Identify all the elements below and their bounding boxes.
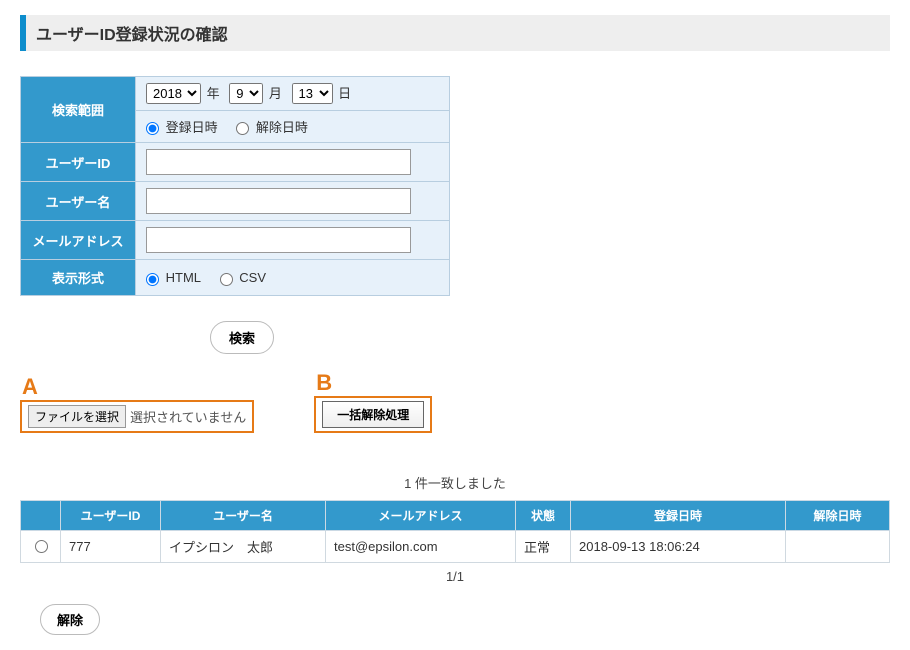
- radio-csv-label[interactable]: CSV: [220, 270, 266, 285]
- col-released-at: 解除日時: [786, 501, 890, 531]
- month-unit: 月: [269, 86, 282, 101]
- radio-released-label[interactable]: 解除日時: [236, 117, 308, 136]
- year-select[interactable]: 2018: [146, 83, 201, 104]
- upload-action-row: A ファイルを選択 選択されていません B 一括解除処理: [20, 372, 890, 433]
- user-name-input[interactable]: [146, 188, 411, 214]
- cell-status: 正常: [516, 531, 571, 563]
- batch-release-button[interactable]: 一括解除処理: [322, 401, 424, 428]
- radio-registered[interactable]: [146, 122, 159, 135]
- label-email: メールアドレス: [21, 221, 136, 260]
- radio-released-text: 解除日時: [256, 120, 308, 135]
- label-search-range: 検索範囲: [21, 77, 136, 143]
- cell-email: test@epsilon.com: [326, 531, 516, 563]
- result-count: 1 件一致しました: [20, 473, 890, 492]
- col-select: [21, 501, 61, 531]
- radio-released[interactable]: [236, 122, 249, 135]
- cell-released-at: [786, 531, 890, 563]
- year-unit: 年: [207, 86, 220, 101]
- radio-html-text: HTML: [166, 270, 201, 285]
- release-button[interactable]: 解除: [40, 604, 100, 635]
- col-registered-at: 登録日時: [571, 501, 786, 531]
- search-button[interactable]: 検索: [210, 321, 274, 354]
- radio-registered-text: 登録日時: [166, 120, 218, 135]
- range-type-row: 登録日時 解除日時: [136, 111, 450, 143]
- col-user-id: ユーザーID: [61, 501, 161, 531]
- page-title: ユーザーID登録状況の確認: [20, 15, 890, 51]
- radio-html[interactable]: [146, 273, 159, 286]
- day-unit: 日: [338, 86, 351, 101]
- row-select-radio[interactable]: [35, 540, 48, 553]
- results-table: ユーザーID ユーザー名 メールアドレス 状態 登録日時 解除日時 777 イプ…: [20, 500, 890, 563]
- radio-csv-text: CSV: [239, 270, 266, 285]
- radio-html-label[interactable]: HTML: [146, 270, 201, 285]
- annotation-a: A: [22, 376, 254, 398]
- cell-user-id: 777: [61, 531, 161, 563]
- email-input[interactable]: [146, 227, 411, 253]
- radio-csv[interactable]: [220, 273, 233, 286]
- cell-registered-at: 2018-09-13 18:06:24: [571, 531, 786, 563]
- file-status-text: 選択されていません: [130, 407, 246, 426]
- pagination: 1/1: [20, 569, 890, 584]
- search-form: 検索範囲 2018 年 9 月 13 日 登録日時 解除日時 ユーザーID ユー…: [20, 76, 450, 296]
- col-status: 状態: [516, 501, 571, 531]
- cell-user-name: イプシロン 太郎: [161, 531, 326, 563]
- table-row: 777 イプシロン 太郎 test@epsilon.com 正常 2018-09…: [21, 531, 890, 563]
- file-choose-button[interactable]: ファイルを選択: [28, 405, 126, 428]
- format-row: HTML CSV: [136, 260, 450, 296]
- file-upload-box: ファイルを選択 選択されていません: [20, 400, 254, 433]
- annotation-b: B: [316, 372, 432, 394]
- day-select[interactable]: 13: [292, 83, 333, 104]
- radio-registered-label[interactable]: 登録日時: [146, 117, 218, 136]
- label-user-name: ユーザー名: [21, 182, 136, 221]
- label-display-format: 表示形式: [21, 260, 136, 296]
- user-id-input[interactable]: [146, 149, 411, 175]
- month-select[interactable]: 9: [229, 83, 263, 104]
- date-select-row: 2018 年 9 月 13 日: [136, 77, 450, 111]
- label-user-id: ユーザーID: [21, 143, 136, 182]
- col-user-name: ユーザー名: [161, 501, 326, 531]
- col-email: メールアドレス: [326, 501, 516, 531]
- batch-release-box: 一括解除処理: [314, 396, 432, 433]
